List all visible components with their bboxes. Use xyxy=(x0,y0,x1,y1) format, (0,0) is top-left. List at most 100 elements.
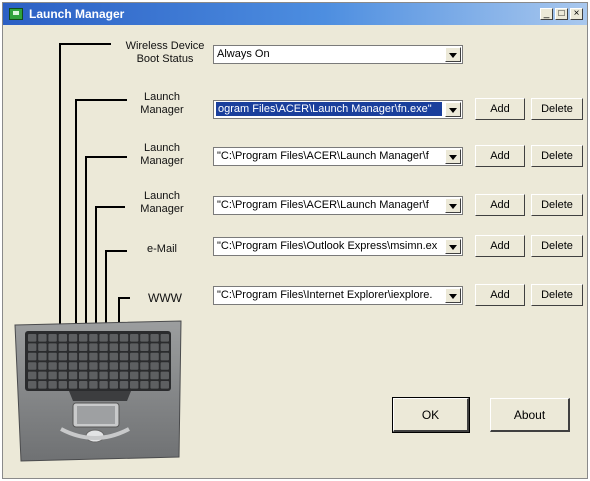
keyboard-key xyxy=(89,371,98,380)
keyboard-key xyxy=(79,334,88,342)
keyboard-key xyxy=(89,334,98,342)
keyboard-key xyxy=(99,352,108,361)
label-line: Wireless Device xyxy=(125,40,205,52)
keyboard-key xyxy=(48,381,57,389)
email-select[interactable]: "C:\Program Files\Outlook Express\msimn.… xyxy=(213,237,463,256)
maximize-button[interactable]: □ xyxy=(555,8,568,20)
keyboard-key xyxy=(38,334,47,342)
title-bar[interactable]: Launch Manager _ □ × xyxy=(3,3,587,25)
keyboard-key xyxy=(130,343,139,351)
keyboard-key xyxy=(150,371,159,380)
connector-tick-launch1 xyxy=(75,99,127,101)
keyboard-key xyxy=(99,371,108,380)
keyboard-key xyxy=(68,381,78,389)
connector-line-launch3 xyxy=(95,206,97,336)
about-button[interactable]: About xyxy=(490,398,570,432)
laptop-keyboard-illustration xyxy=(14,320,182,462)
www-select[interactable]: "C:\Program Files\Internet Explorer\iexp… xyxy=(213,286,463,305)
dropdown-arrow-icon[interactable] xyxy=(445,288,461,303)
keyboard-key xyxy=(38,352,47,361)
keyboard-key xyxy=(160,343,169,351)
launch-manager-3-select[interactable]: "C:\Program Files\ACER\Launch Manager\f xyxy=(213,196,463,215)
select-value: "C:\Program Files\ACER\Launch Manager\f xyxy=(217,199,429,211)
keyboard-key xyxy=(109,371,118,380)
keyboard-key xyxy=(160,381,169,389)
keyboard-key xyxy=(58,334,67,342)
dropdown-arrow-icon[interactable] xyxy=(445,198,461,213)
keyboard-key xyxy=(150,362,159,370)
keyboard-key xyxy=(109,343,118,351)
label-line: e-Mail xyxy=(147,243,177,255)
delete-button-launch-1[interactable]: Delete xyxy=(531,98,583,120)
delete-button-email[interactable]: Delete xyxy=(531,235,583,257)
keyboard-key xyxy=(140,343,149,351)
keyboard-key xyxy=(119,352,129,361)
connector-tick-wireless xyxy=(59,43,111,45)
keyboard-key xyxy=(140,352,149,361)
select-value: Always On xyxy=(217,48,270,60)
launch-manager-app-icon xyxy=(9,8,23,20)
label-launch-manager-3: Launch Manager xyxy=(133,190,191,216)
ok-button[interactable]: OK xyxy=(392,397,470,433)
label-line: Manager xyxy=(140,104,184,116)
keyboard-key xyxy=(109,352,118,361)
label-line: Launch xyxy=(143,142,181,154)
delete-button-launch-3[interactable]: Delete xyxy=(531,194,583,216)
add-button-launch-3[interactable]: Add xyxy=(475,194,525,216)
keyboard-key xyxy=(109,381,118,389)
label-www: WWW xyxy=(139,292,191,305)
window-title: Launch Manager xyxy=(29,7,125,21)
minimize-button[interactable]: _ xyxy=(540,8,553,20)
keyboard-key xyxy=(160,334,169,342)
keyboard-key xyxy=(99,334,108,342)
add-button-email[interactable]: Add xyxy=(475,235,525,257)
launch-manager-1-select[interactable]: ogram Files\ACER\Launch Manager\fn.exe" xyxy=(213,100,463,119)
dropdown-arrow-icon[interactable] xyxy=(445,102,461,117)
dropdown-arrow-icon[interactable] xyxy=(445,239,461,254)
launch-manager-window: Launch Manager _ □ × Wireless Device Boo… xyxy=(2,2,588,479)
add-button-launch-1[interactable]: Add xyxy=(475,98,525,120)
label-email: e-Mail xyxy=(133,243,191,256)
keyboard-key xyxy=(48,343,57,351)
keyboard-key xyxy=(58,343,67,351)
delete-button-launch-2[interactable]: Delete xyxy=(531,145,583,167)
keyboard-key xyxy=(130,362,139,370)
keyboard-key xyxy=(130,381,139,389)
keyboard-key xyxy=(48,371,57,380)
keyboard-key xyxy=(48,362,57,370)
label-line: Manager xyxy=(140,155,184,167)
label-wireless-boot-status: Wireless Device Boot Status xyxy=(119,40,211,66)
keyboard-key xyxy=(79,362,88,370)
keyboard-key xyxy=(89,343,98,351)
keyboard-key xyxy=(68,371,78,380)
close-button[interactable]: × xyxy=(570,8,583,20)
keyboard-key xyxy=(130,371,139,380)
keyboard-key xyxy=(48,352,57,361)
add-button-www[interactable]: Add xyxy=(475,284,525,306)
keyboard-key xyxy=(89,362,98,370)
dropdown-arrow-icon[interactable] xyxy=(445,149,461,164)
keyboard-key xyxy=(38,371,47,380)
delete-button-www[interactable]: Delete xyxy=(531,284,583,306)
keyboard-key xyxy=(160,371,169,380)
keyboard-key xyxy=(130,352,139,361)
keyboard-key xyxy=(150,334,159,342)
label-line: Boot Status xyxy=(136,53,194,65)
dropdown-arrow-icon[interactable] xyxy=(445,47,461,62)
keyboard-key xyxy=(99,381,108,389)
keyboard-key xyxy=(109,334,118,342)
select-value: "C:\Program Files\Internet Explorer\iexp… xyxy=(217,289,433,301)
keyboard-key xyxy=(140,362,149,370)
add-button-launch-2[interactable]: Add xyxy=(475,145,525,167)
select-value: ogram Files\ACER\Launch Manager\fn.exe" xyxy=(216,102,442,116)
wireless-boot-status-select[interactable]: Always On xyxy=(213,45,463,64)
keyboard-key xyxy=(119,371,129,380)
label-line: Launch xyxy=(143,190,181,202)
keyboard-key xyxy=(58,371,67,380)
keyboard-key xyxy=(28,334,37,342)
connector-tick-launch2 xyxy=(85,156,127,158)
keyboard-key xyxy=(38,343,47,351)
keyboard-key xyxy=(28,362,37,370)
launch-manager-2-select[interactable]: "C:\Program Files\ACER\Launch Manager\f xyxy=(213,147,463,166)
keyboard-key xyxy=(79,343,88,351)
